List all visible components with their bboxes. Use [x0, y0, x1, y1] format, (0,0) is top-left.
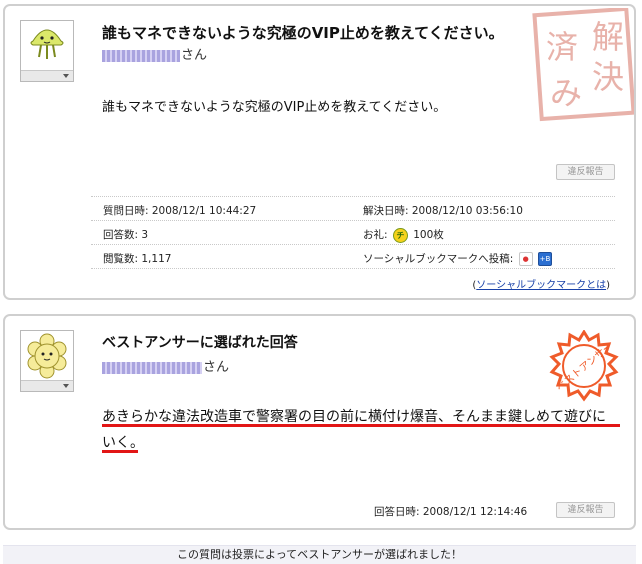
stamp-char-1: 解 [592, 18, 624, 56]
question-title: 誰もマネできないような究極のVIP止めを教えてください。 [102, 24, 504, 42]
best-answer-stamp-icon: ベストアンサー [549, 330, 619, 402]
social-bookmark-label: ソーシャルブックマークへ投稿: [363, 253, 514, 265]
best-answer-text: あきらかな違法改造車で警察署の目の前に横付け爆音、そんまま鍵しめて遊びにいく。 [102, 409, 606, 451]
blurred-username[interactable] [102, 361, 202, 374]
answered-datetime: 回答日時: 2008/12/1 12:14:46 [374, 506, 528, 518]
info-row: 閲覧数: 1,117 ソーシャルブックマークへ投稿: ● +B [91, 244, 615, 269]
resolved-datetime: 解決日時: 2008/12/10 03:56:10 [363, 205, 523, 217]
stamp-char-4: み [550, 74, 582, 112]
vote-note: この質問は投票によってベストアンサーが選ばれました！ [3, 545, 636, 564]
social-bookmark: ソーシャルブックマークへ投稿: ● +B [363, 251, 553, 266]
resolved-stamp-icon: 解 済 決 み [532, 8, 634, 122]
highlight-underline [102, 424, 620, 427]
blurred-username[interactable] [102, 49, 180, 62]
answer-count: 回答数: 3 [103, 229, 149, 241]
report-button[interactable]: 違反報告 [556, 502, 615, 518]
user-suffix: さん [181, 48, 208, 63]
info-row: 質問日時: 2008/12/1 10:44:27 解決日時: 2008/12/1… [91, 196, 615, 220]
social-bookmark-help: (ソーシャルブックマークとは) [472, 276, 610, 291]
view-count: 閲覧数: 1,117 [103, 253, 172, 265]
reward-label: お礼: [363, 229, 388, 241]
report-button[interactable]: 違反報告 [556, 164, 615, 180]
questioner-avatar[interactable] [20, 20, 74, 82]
bookmark-icon[interactable]: ● [518, 252, 533, 266]
info-row: 回答数: 3 お礼: チ 100枚 [91, 220, 615, 244]
questioner-name[interactable]: さん [102, 44, 207, 63]
highlight-underline [102, 450, 138, 453]
social-bookmark-help-link[interactable]: ソーシャルブックマークとは [476, 280, 606, 291]
stamp-char-2: 済 [546, 28, 578, 66]
best-answer-card: ベストアンサーに選ばれた回答 さん あきらかな違法改造車で警察署の目の前に横付け… [3, 314, 636, 530]
asked-datetime: 質問日時: 2008/12/1 10:44:27 [103, 205, 257, 217]
paren-close: ) [606, 280, 610, 291]
chevron-down-icon [63, 74, 69, 78]
chevron-down-icon [63, 384, 69, 388]
question-card: 誰もマネできないような究極のVIP止めを教えてください。 さん 誰もマネできない… [3, 4, 636, 300]
flower-mascot-icon [27, 333, 67, 379]
hatena-bookmark-icon[interactable]: +B [538, 252, 553, 266]
avatar-dropdown[interactable] [21, 380, 73, 391]
reward: お礼: チ 100枚 [363, 227, 444, 243]
avatar-dropdown[interactable] [21, 70, 73, 81]
question-body: 誰もマネできないような究極のVIP止めを教えてください。 [102, 100, 447, 115]
best-answer-heading: ベストアンサーに選ばれた回答 [102, 335, 298, 351]
mascot-icon [30, 29, 64, 59]
question-info-table: 質問日時: 2008/12/1 10:44:27 解決日時: 2008/12/1… [91, 196, 615, 269]
stamp-char-3: 決 [592, 58, 624, 96]
coin-icon: チ [392, 227, 408, 243]
answerer-name[interactable]: さん [102, 356, 229, 375]
answerer-avatar[interactable] [20, 330, 74, 392]
user-suffix: さん [203, 360, 230, 375]
reward-value: 100枚 [413, 229, 444, 241]
